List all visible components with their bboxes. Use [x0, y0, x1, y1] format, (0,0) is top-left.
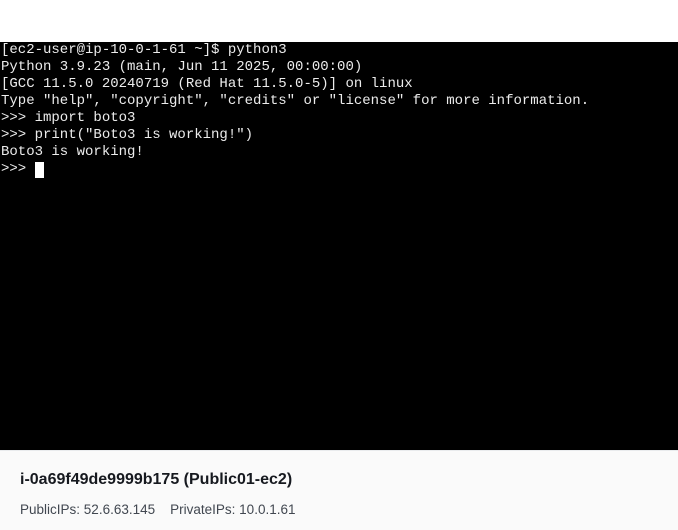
instance-info-panel: i-0a69f49de9999b175 (Public01-ec2) Publi… — [0, 450, 678, 530]
top-bar — [0, 0, 678, 42]
terminal-prompt-line[interactable]: >>> — [1, 161, 678, 178]
private-ips-value: 10.0.1.61 — [239, 502, 296, 517]
public-ips-label: PublicIPs: — [20, 502, 81, 517]
instance-ip-row: PublicIPs: 52.6.63.145 PrivateIPs: 10.0.1… — [20, 502, 295, 517]
python-prompt: >>> — [1, 161, 35, 177]
terminal-line: >>> print("Boto3 is working!") — [1, 127, 254, 143]
terminal-line: [GCC 11.5.0 20240719 (Red Hat 11.5.0-5)]… — [1, 76, 413, 92]
terminal-line: Type "help", "copyright", "credits" or "… — [1, 93, 590, 109]
public-ips-value: 52.6.63.145 — [83, 502, 156, 517]
terminal-line: >>> import boto3 — [1, 110, 136, 126]
terminal-line: [ec2-user@ip-10-0-1-61 ~]$ python3 — [1, 42, 287, 58]
session-manager-page: [ec2-user@ip-10-0-1-61 ~]$ python3 Pytho… — [0, 0, 678, 530]
terminal-line: Python 3.9.23 (main, Jun 11 2025, 00:00:… — [1, 59, 363, 75]
terminal-line: Boto3 is working! — [1, 144, 144, 160]
private-ips-label: PrivateIPs: — [170, 502, 236, 517]
terminal-window[interactable]: [ec2-user@ip-10-0-1-61 ~]$ python3 Pytho… — [0, 42, 678, 450]
terminal-cursor — [34, 161, 44, 178]
instance-title: i-0a69f49de9999b175 (Public01-ec2) — [20, 471, 293, 488]
